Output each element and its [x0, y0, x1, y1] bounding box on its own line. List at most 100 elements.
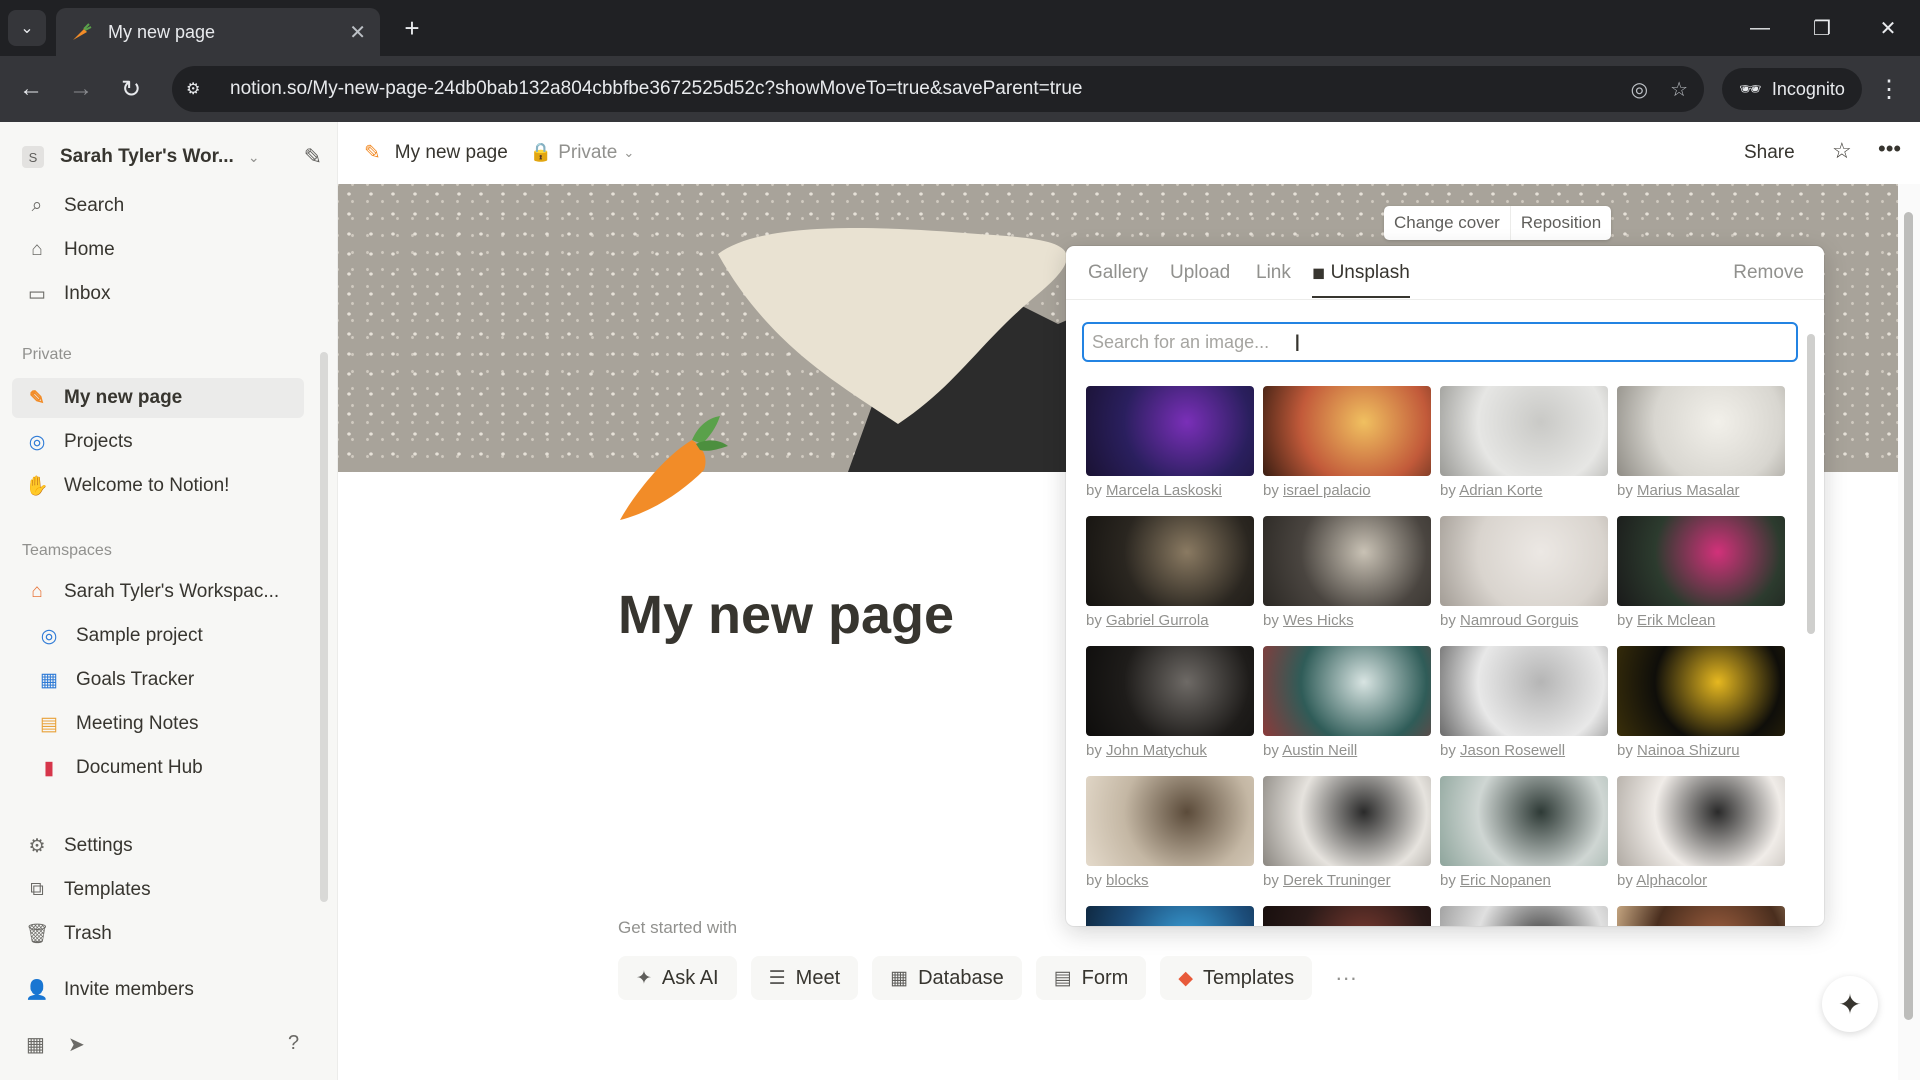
unsplash-thumbnail[interactable] — [1440, 906, 1608, 926]
close-tab-icon[interactable]: ✕ — [349, 20, 366, 45]
popover-scrollbar-thumb[interactable] — [1807, 334, 1815, 634]
page-scrollbar[interactable] — [1898, 184, 1920, 1080]
sidebar-item-goals-tracker[interactable]: ▦ Goals Tracker — [24, 660, 304, 700]
sidebar-item-inbox[interactable]: ▭ Inbox — [12, 274, 304, 314]
unsplash-thumbnail[interactable] — [1440, 516, 1608, 606]
workspace-switcher[interactable]: S Sarah Tyler's Wor... ⌄ ✎ — [22, 140, 322, 174]
page-scrollbar-thumb[interactable] — [1904, 212, 1913, 1020]
unsplash-image-item[interactable]: by Wes Hicks — [1263, 516, 1431, 629]
author-link[interactable]: Gabriel Gurrola — [1106, 612, 1209, 629]
help-assistant-button[interactable]: ✦ — [1822, 976, 1878, 1032]
unsplash-thumbnail[interactable] — [1086, 516, 1254, 606]
unsplash-thumbnail[interactable] — [1440, 386, 1608, 476]
sidebar-item-my-new-page[interactable]: ✎ My new page — [12, 378, 304, 418]
unsplash-thumbnail[interactable] — [1617, 776, 1785, 866]
author-link[interactable]: Marius Masalar — [1637, 482, 1740, 499]
unsplash-image-item[interactable]: by Jason Rosewell — [1440, 646, 1608, 759]
unsplash-thumbnail[interactable] — [1263, 386, 1431, 476]
author-link[interactable]: Eric Nopanen — [1460, 872, 1551, 889]
browser-menu-button[interactable]: ⋮ — [1874, 70, 1904, 108]
calendar-app-icon[interactable]: ▦ — [26, 1032, 45, 1057]
share-button[interactable]: Share — [1744, 142, 1795, 164]
page-title[interactable]: My new page — [618, 584, 954, 646]
ask-ai-button[interactable]: ✦ Ask AI — [618, 956, 737, 1000]
unsplash-image-item[interactable]: by Marius Masalar — [1617, 386, 1785, 499]
unsplash-thumbnail[interactable] — [1617, 386, 1785, 476]
unsplash-thumbnail[interactable] — [1617, 646, 1785, 736]
templates-button[interactable]: ◆ Templates — [1160, 956, 1313, 1000]
sidebar-item-welcome[interactable]: ✋ Welcome to Notion! — [12, 466, 304, 506]
unsplash-thumbnail[interactable] — [1086, 776, 1254, 866]
unsplash-thumbnail[interactable] — [1086, 646, 1254, 736]
forward-button[interactable]: → — [62, 70, 100, 108]
author-link[interactable]: John Matychuk — [1106, 742, 1207, 759]
author-link[interactable]: Jason Rosewell — [1460, 742, 1565, 759]
sidebar-item-settings[interactable]: ⚙ Settings — [12, 826, 304, 866]
author-link[interactable]: israel palacio — [1283, 482, 1371, 499]
author-link[interactable]: Austin Neill — [1282, 742, 1357, 759]
unsplash-thumbnail[interactable] — [1440, 646, 1608, 736]
image-search-input[interactable] — [1082, 322, 1798, 362]
teamspaces-heading[interactable]: Teamspaces — [22, 542, 112, 560]
browser-tab[interactable]: My new page ✕ — [56, 8, 380, 56]
unsplash-image-item[interactable]: by Nainoa Shizuru — [1617, 646, 1785, 759]
sidebar-item-search[interactable]: ⌕ Search — [12, 186, 304, 226]
sidebar-item-projects[interactable]: ◎ Projects — [12, 422, 304, 462]
bookmark-star-icon[interactable]: ☆ — [1670, 77, 1688, 102]
unsplash-image-item[interactable]: by israel palacio — [1263, 386, 1431, 499]
unsplash-image-item[interactable] — [1086, 906, 1254, 926]
sidebar-scrollbar[interactable] — [320, 352, 328, 902]
more-options-icon[interactable]: ••• — [1878, 136, 1901, 162]
author-link[interactable]: Marcela Laskoski — [1106, 482, 1222, 499]
incognito-indicator[interactable]: 🕶 Incognito — [1722, 68, 1862, 110]
send-icon[interactable]: ➤ — [68, 1032, 85, 1057]
unsplash-image-item[interactable]: by Namroud Gorguis — [1440, 516, 1608, 629]
sidebar-item-document-hub[interactable]: ▮ Document Hub — [24, 748, 304, 788]
tab-unsplash[interactable]: ◼ Unsplash — [1312, 262, 1410, 298]
sidebar-item-home[interactable]: ⌂ Home — [12, 230, 304, 270]
tab-search-button[interactable]: ⌄ — [8, 10, 46, 46]
back-button[interactable]: ← — [12, 70, 50, 108]
unsplash-image-item[interactable]: by Austin Neill — [1263, 646, 1431, 759]
author-link[interactable]: Alphacolor — [1636, 872, 1707, 889]
author-link[interactable]: Nainoa Shizuru — [1637, 742, 1740, 759]
change-cover-button[interactable]: Change cover — [1384, 206, 1510, 240]
unsplash-thumbnail[interactable] — [1263, 516, 1431, 606]
reload-button[interactable]: ↻ — [112, 70, 150, 108]
unsplash-image-item[interactable]: by blocks — [1086, 776, 1254, 889]
new-page-icon[interactable]: ✎ — [304, 144, 322, 170]
remove-cover-button[interactable]: Remove — [1733, 262, 1804, 284]
unsplash-thumbnail[interactable] — [1086, 906, 1254, 926]
meet-button[interactable]: ☰ Meet — [750, 956, 859, 1000]
unsplash-image-item[interactable]: by Erik Mclean — [1617, 516, 1785, 629]
address-bar[interactable]: ⚙ notion.so/My-new-page-24db0bab132a804c… — [172, 66, 1704, 112]
privacy-label[interactable]: Private — [558, 142, 617, 164]
author-link[interactable]: Adrian Korte — [1459, 482, 1542, 499]
author-link[interactable]: Wes Hicks — [1283, 612, 1354, 629]
unsplash-image-item[interactable]: by Adrian Korte — [1440, 386, 1608, 499]
restore-button[interactable]: ❐ — [1802, 10, 1842, 46]
unsplash-thumbnail[interactable] — [1263, 646, 1431, 736]
unsplash-image-item[interactable]: by Derek Truninger — [1263, 776, 1431, 889]
page-emoji-icon[interactable] — [612, 408, 732, 528]
form-button[interactable]: ▤ Form — [1035, 956, 1147, 1000]
tab-upload[interactable]: Upload — [1170, 262, 1230, 284]
unsplash-thumbnail[interactable] — [1617, 906, 1785, 926]
unsplash-thumbnail[interactable] — [1617, 516, 1785, 606]
author-link[interactable]: Erik Mclean — [1637, 612, 1715, 629]
sidebar-item-invite[interactable]: 👤 Invite members — [12, 970, 304, 1010]
popover-scrollbar[interactable] — [1806, 316, 1816, 916]
sidebar-item-meeting-notes[interactable]: ▤ Meeting Notes — [24, 704, 304, 744]
unsplash-thumbnail[interactable] — [1086, 386, 1254, 476]
author-link[interactable]: Namroud Gorguis — [1460, 612, 1578, 629]
close-window-button[interactable]: ✕ — [1868, 10, 1908, 46]
unsplash-thumbnail[interactable] — [1263, 906, 1431, 926]
new-tab-button[interactable]: + — [396, 12, 428, 44]
tab-gallery[interactable]: Gallery — [1088, 262, 1148, 284]
author-link[interactable]: Derek Truninger — [1283, 872, 1391, 889]
help-icon[interactable]: ? — [288, 1032, 299, 1055]
unsplash-thumbnail[interactable] — [1440, 776, 1608, 866]
sidebar-item-trash[interactable]: 🗑 Trash — [12, 914, 304, 954]
unsplash-image-item[interactable] — [1617, 906, 1785, 926]
sidebar-item-templates[interactable]: ⧉ Templates — [12, 870, 304, 910]
